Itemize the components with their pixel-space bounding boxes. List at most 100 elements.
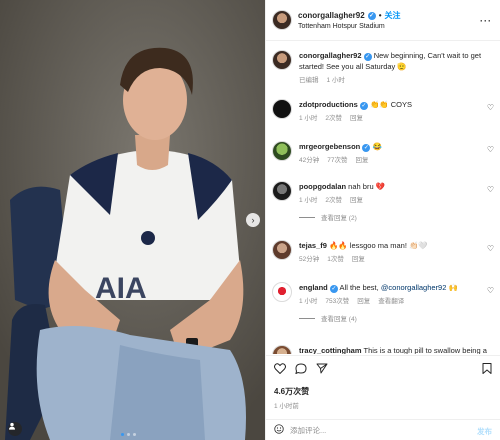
- view-replies-button[interactable]: 查看回复 (4): [299, 313, 494, 323]
- comment-text-after: 🙌: [446, 283, 458, 292]
- comment-item: zdotproductions ✓ 👏👏 COYS 1 小时 2次赞 回复 ♡: [272, 99, 494, 124]
- comment-time[interactable]: 1 小时: [299, 296, 317, 307]
- view-replies-label: 查看回复 (4): [321, 316, 357, 323]
- comment-likes[interactable]: 753次赞: [325, 296, 349, 307]
- comment-username[interactable]: england: [299, 283, 328, 292]
- comment-text: 👏👏 COYS: [369, 100, 412, 109]
- heart-icon[interactable]: ♡: [487, 286, 494, 295]
- comment-username[interactable]: zdotproductions: [299, 100, 358, 109]
- verified-icon: ✓: [363, 53, 372, 61]
- post-comment-button[interactable]: 发布: [477, 426, 492, 437]
- comment-icon: [295, 363, 307, 375]
- comment-text: This is a tough pill to swallow being a: [363, 346, 487, 354]
- comment-username[interactable]: poopgodalan: [299, 182, 346, 191]
- avatar[interactable]: [272, 240, 292, 260]
- comment-list: conorgallagher92 ✓ New beginning, Can't …: [266, 42, 500, 354]
- comment-text: 😂: [372, 142, 382, 151]
- follow-button[interactable]: 关注: [385, 10, 401, 21]
- post-caption: conorgallagher92 ✓ New beginning, Can't …: [272, 50, 494, 86]
- comment-time[interactable]: 1 小时: [299, 195, 317, 206]
- caption-time[interactable]: 1 小时: [327, 75, 345, 86]
- instagram-post: AIA › conorgallagher92 ✓ • 关注 Tottenham …: [0, 0, 500, 440]
- next-slide-button[interactable]: ›: [246, 213, 260, 227]
- comment-likes[interactable]: 1次赞: [327, 254, 344, 265]
- view-replies-button[interactable]: 查看回复 (2): [299, 212, 494, 222]
- svg-text:AIA: AIA: [95, 272, 147, 305]
- tagged-users-button[interactable]: [8, 422, 22, 436]
- comment-button[interactable]: [295, 363, 307, 376]
- carousel-dot: [133, 433, 136, 436]
- reply-button[interactable]: 回复: [350, 113, 363, 124]
- header-username[interactable]: conorgallagher92: [298, 11, 365, 20]
- comment-item: tejas_f9 🔥🔥 lessgoo ma man! 👏🏻🤍 52分钟 1次赞…: [272, 240, 494, 265]
- heart-icon[interactable]: ♡: [487, 145, 494, 154]
- reply-button[interactable]: 回复: [357, 296, 370, 307]
- comment-likes[interactable]: 77次赞: [327, 155, 347, 166]
- comment-composer: 发布: [266, 419, 500, 440]
- avatar[interactable]: [272, 181, 292, 201]
- translate-button[interactable]: 查看翻译: [378, 296, 404, 307]
- reply-button[interactable]: 回复: [355, 155, 368, 166]
- caption-username[interactable]: conorgallagher92: [299, 51, 362, 60]
- divider: [299, 317, 315, 319]
- avatar[interactable]: [272, 10, 292, 30]
- verified-icon: ✓: [329, 285, 338, 293]
- chevron-right-icon: ›: [251, 214, 255, 225]
- comment-username[interactable]: mrgeorgebenson: [299, 142, 360, 151]
- smiley-icon[interactable]: [274, 424, 284, 436]
- heart-icon[interactable]: ♡: [487, 103, 494, 112]
- divider: [299, 216, 315, 218]
- send-icon: [316, 363, 328, 374]
- comment-time[interactable]: 52分钟: [299, 254, 319, 265]
- bookmark-icon: [482, 363, 492, 374]
- comment-item: poopgodalan nah bru 💔 1 小时 2次赞 回复 ♡ 查看回复…: [272, 181, 494, 222]
- avatar[interactable]: [272, 99, 292, 119]
- comment-item: mrgeorgebenson ✓ 😂 42分钟 77次赞 回复 ♡: [272, 141, 494, 166]
- post-side-panel: conorgallagher92 ✓ • 关注 Tottenham Hotspu…: [265, 0, 500, 440]
- verified-icon: ✓: [359, 102, 368, 110]
- comment-text: All the best,: [339, 283, 381, 292]
- edited-label: 已编辑: [299, 77, 319, 84]
- share-button[interactable]: [316, 363, 328, 376]
- reply-button[interactable]: 回复: [352, 254, 365, 265]
- mention-link[interactable]: @conorgallagher92: [381, 283, 447, 292]
- comment-text: 🔥🔥 lessgoo ma man! 👏🏻🤍: [329, 241, 428, 250]
- header-separator: •: [378, 11, 382, 20]
- view-replies-label: 查看回复 (2): [321, 215, 357, 222]
- avatar[interactable]: [272, 345, 292, 354]
- comment-item: tracy_cottingham This is a tough pill to…: [272, 345, 494, 354]
- comment-username[interactable]: tracy_cottingham: [299, 346, 362, 354]
- avatar[interactable]: [272, 50, 292, 70]
- comment-username[interactable]: tejas_f9: [299, 241, 327, 250]
- player-photo: AIA: [0, 0, 265, 440]
- caption-emoji: 🫡: [397, 62, 407, 71]
- comment-text: nah bru 💔: [348, 182, 386, 191]
- avatar[interactable]: [272, 141, 292, 161]
- save-button[interactable]: [482, 363, 492, 376]
- post-time[interactable]: 1 小时前: [274, 400, 299, 410]
- carousel-dot: [127, 433, 130, 436]
- user-icon: [9, 422, 15, 430]
- heart-icon[interactable]: ♡: [487, 244, 494, 253]
- carousel-dot: [121, 433, 124, 436]
- reply-button[interactable]: 回复: [350, 195, 363, 206]
- like-button[interactable]: [274, 363, 286, 376]
- verified-icon: ✓: [367, 11, 376, 20]
- heart-icon: [274, 363, 286, 375]
- carousel-indicator: [121, 433, 136, 436]
- more-options-icon[interactable]: ···: [480, 16, 492, 26]
- comment-item: england ✓ All the best, @conorgallagher9…: [272, 282, 494, 323]
- post-photo: AIA ›: [0, 0, 265, 440]
- comment-input[interactable]: [290, 425, 450, 435]
- comment-likes[interactable]: 2次赞: [325, 195, 342, 206]
- action-bar: [266, 355, 500, 379]
- verified-icon: ✓: [362, 144, 371, 152]
- comment-likes[interactable]: 2次赞: [325, 113, 342, 124]
- heart-icon[interactable]: ♡: [487, 185, 494, 194]
- comment-time[interactable]: 42分钟: [299, 155, 319, 166]
- comment-time[interactable]: 1 小时: [299, 113, 317, 124]
- avatar[interactable]: [272, 282, 292, 302]
- location-link[interactable]: Tottenham Hotspur Stadium: [298, 23, 401, 30]
- likes-count[interactable]: 4.6万次赞: [274, 386, 309, 397]
- post-header: conorgallagher92 ✓ • 关注 Tottenham Hotspu…: [266, 0, 500, 41]
